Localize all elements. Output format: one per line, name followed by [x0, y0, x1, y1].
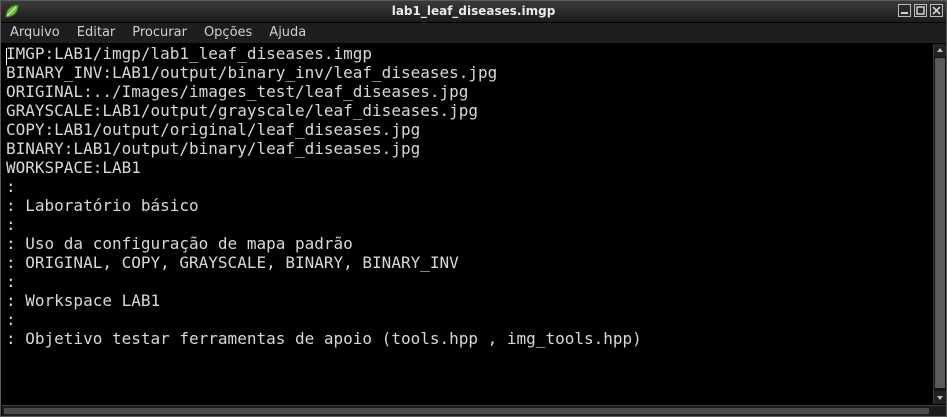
- scroll-up-button[interactable]: [934, 44, 946, 57]
- editor-line[interactable]: COPY:LAB1/output/original/leaf_diseases.…: [2, 120, 932, 139]
- editor-line[interactable]: : ORIGINAL, COPY, GRAYSCALE, BINARY, BIN…: [2, 253, 932, 272]
- editor-line[interactable]: IMGP:LAB1/imgp/lab1_leaf_diseases.imgp: [2, 44, 932, 63]
- text-editor-area[interactable]: IMGP:LAB1/imgp/lab1_leaf_diseases.imgp B…: [2, 44, 932, 404]
- title-bar[interactable]: lab1_leaf_diseases.imgp: [1, 1, 946, 23]
- menu-editar[interactable]: Editar: [68, 23, 124, 43]
- editor-line[interactable]: : Uso da configuração de mapa padrão: [2, 234, 932, 253]
- maximize-icon: [916, 6, 925, 15]
- arrow-up-icon: [937, 48, 943, 52]
- editor-line[interactable]: :: [2, 272, 932, 291]
- vertical-scroll-thumb[interactable]: [935, 58, 945, 388]
- editor-line[interactable]: :: [2, 177, 932, 196]
- editor-line[interactable]: : Workspace LAB1: [2, 291, 932, 310]
- scroll-down-button[interactable]: [934, 391, 946, 404]
- menu-bar: Arquivo Editar Procurar Opções Ajuda: [1, 23, 946, 43]
- minimize-button[interactable]: [898, 4, 911, 17]
- menu-arquivo[interactable]: Arquivo: [1, 23, 68, 43]
- horizontal-scrollbar[interactable]: [2, 405, 946, 416]
- menu-opcoes[interactable]: Opções: [195, 23, 260, 43]
- arrow-down-icon: [937, 396, 943, 400]
- horizontal-scroll-thumb[interactable]: [4, 408, 929, 414]
- editor-line[interactable]: : Laboratório básico: [2, 196, 932, 215]
- editor-line[interactable]: : Objetivo testar ferramentas de apoio (…: [2, 329, 932, 348]
- minimize-icon: [901, 12, 908, 14]
- window-title: lab1_leaf_diseases.imgp: [391, 4, 556, 18]
- editor-line[interactable]: GRAYSCALE:LAB1/output/grayscale/leaf_dis…: [2, 101, 932, 120]
- vertical-scrollbar[interactable]: [933, 44, 946, 404]
- close-button[interactable]: [930, 4, 943, 17]
- editor-line[interactable]: BINARY:LAB1/output/binary/leaf_diseases.…: [2, 139, 932, 158]
- maximize-button[interactable]: [914, 4, 927, 17]
- menu-procurar[interactable]: Procurar: [123, 23, 195, 43]
- editor-window: lab1_leaf_diseases.imgp Arquivo Editar P…: [0, 0, 947, 417]
- editor-line[interactable]: WORKSPACE:LAB1: [2, 158, 932, 177]
- text-caret: [6, 48, 7, 65]
- editor-line[interactable]: :: [2, 310, 932, 329]
- editor-line[interactable]: :: [2, 215, 932, 234]
- editor-line[interactable]: BINARY_INV:LAB1/output/binary_inv/leaf_d…: [2, 63, 932, 82]
- close-icon: [932, 6, 941, 15]
- menu-ajuda[interactable]: Ajuda: [260, 23, 314, 43]
- editor-line[interactable]: ORIGINAL:../Images/images_test/leaf_dise…: [2, 82, 932, 101]
